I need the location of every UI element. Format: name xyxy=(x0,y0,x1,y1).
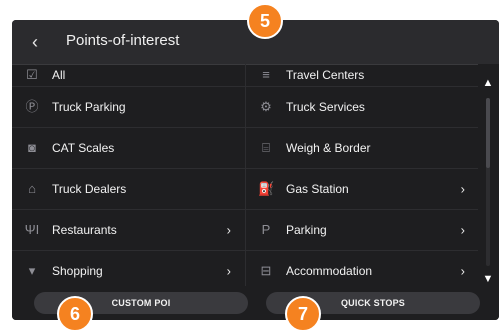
checkbox-icon: ☑ xyxy=(26,67,38,82)
poi-item-label: CAT Scales xyxy=(52,141,115,155)
fork-knife-icon: ΨΙ xyxy=(24,222,40,237)
poi-item-label: Truck Services xyxy=(286,100,365,114)
poi-item-truck-dealers[interactable]: ⌂ Truck Dealers xyxy=(12,169,245,210)
chevron-right-icon: › xyxy=(460,181,465,197)
poi-item-travel-centers[interactable]: ≡ Travel Centers xyxy=(246,64,479,87)
truck-service-icon: ⚙ xyxy=(260,99,272,114)
poi-item-truck-services[interactable]: ⚙ Truck Services xyxy=(246,87,479,128)
poi-column-right: ≡ Travel Centers ⚙ Truck Services ⌸ Weig… xyxy=(246,64,479,302)
poi-item-weigh-border[interactable]: ⌸ Weigh & Border xyxy=(246,128,479,169)
list-scrollbar[interactable]: ▲ ▼ xyxy=(478,64,499,302)
callout-badge-5: 5 xyxy=(247,3,283,39)
chevron-right-icon: › xyxy=(226,263,231,279)
poi-item-parking[interactable]: P Parking › xyxy=(246,210,479,251)
parking-circle-icon: Ⓟ xyxy=(25,99,39,114)
poi-item-gas-station[interactable]: ⛽ Gas Station › xyxy=(246,169,479,210)
poi-item-label: Travel Centers xyxy=(286,68,365,82)
travel-center-icon: ≡ xyxy=(262,67,270,82)
callout-badge-6: 6 xyxy=(57,296,93,332)
cart-icon: ▾ xyxy=(28,263,36,278)
device-screen: ‹ Points-of-interest ☑ All Ⓟ Truck Parki… xyxy=(12,20,499,320)
gas-pump-icon: ⛽ xyxy=(258,181,275,196)
poi-item-label: Gas Station xyxy=(286,182,349,196)
poi-item-restaurants[interactable]: ΨΙ Restaurants › xyxy=(12,210,245,251)
weigh-border-icon: ⌸ xyxy=(262,140,270,155)
poi-column-left: ☑ All Ⓟ Truck Parking ◙ CAT Scales ⌂ Tru… xyxy=(12,64,246,302)
poi-item-label: Truck Parking xyxy=(52,100,126,114)
poi-item-label: Shopping xyxy=(52,264,103,278)
chevron-right-icon: › xyxy=(460,222,465,238)
poi-item-all[interactable]: ☑ All xyxy=(12,64,245,87)
poi-item-label: All xyxy=(52,68,66,82)
poi-item-label: Accommodation xyxy=(286,264,373,278)
scroll-up-icon[interactable]: ▲ xyxy=(481,78,495,89)
poi-item-label: Weigh & Border xyxy=(286,141,371,155)
page-title: Points-of-interest xyxy=(66,32,180,49)
chevron-right-icon: › xyxy=(460,263,465,279)
bed-icon: ⊟ xyxy=(260,263,272,278)
poi-item-cat-scales[interactable]: ◙ CAT Scales xyxy=(12,128,245,169)
poi-item-label: Restaurants xyxy=(52,223,117,237)
poi-item-label: Truck Dealers xyxy=(52,182,127,196)
p-letter-icon: P xyxy=(261,222,271,237)
chevron-right-icon: › xyxy=(226,222,231,238)
poi-category-list: ☑ All Ⓟ Truck Parking ◙ CAT Scales ⌂ Tru… xyxy=(12,64,479,302)
poi-item-label: Parking xyxy=(286,223,327,237)
scroll-thumb[interactable] xyxy=(486,98,490,168)
back-button[interactable]: ‹ xyxy=(22,28,48,56)
cat-scale-icon: ◙ xyxy=(28,140,36,155)
truck-dealer-icon: ⌂ xyxy=(28,181,36,196)
callout-badge-7: 7 xyxy=(285,296,321,332)
poi-item-truck-parking[interactable]: Ⓟ Truck Parking xyxy=(12,87,245,128)
chevron-left-icon: ‹ xyxy=(32,32,38,52)
scroll-down-icon[interactable]: ▼ xyxy=(481,274,495,285)
